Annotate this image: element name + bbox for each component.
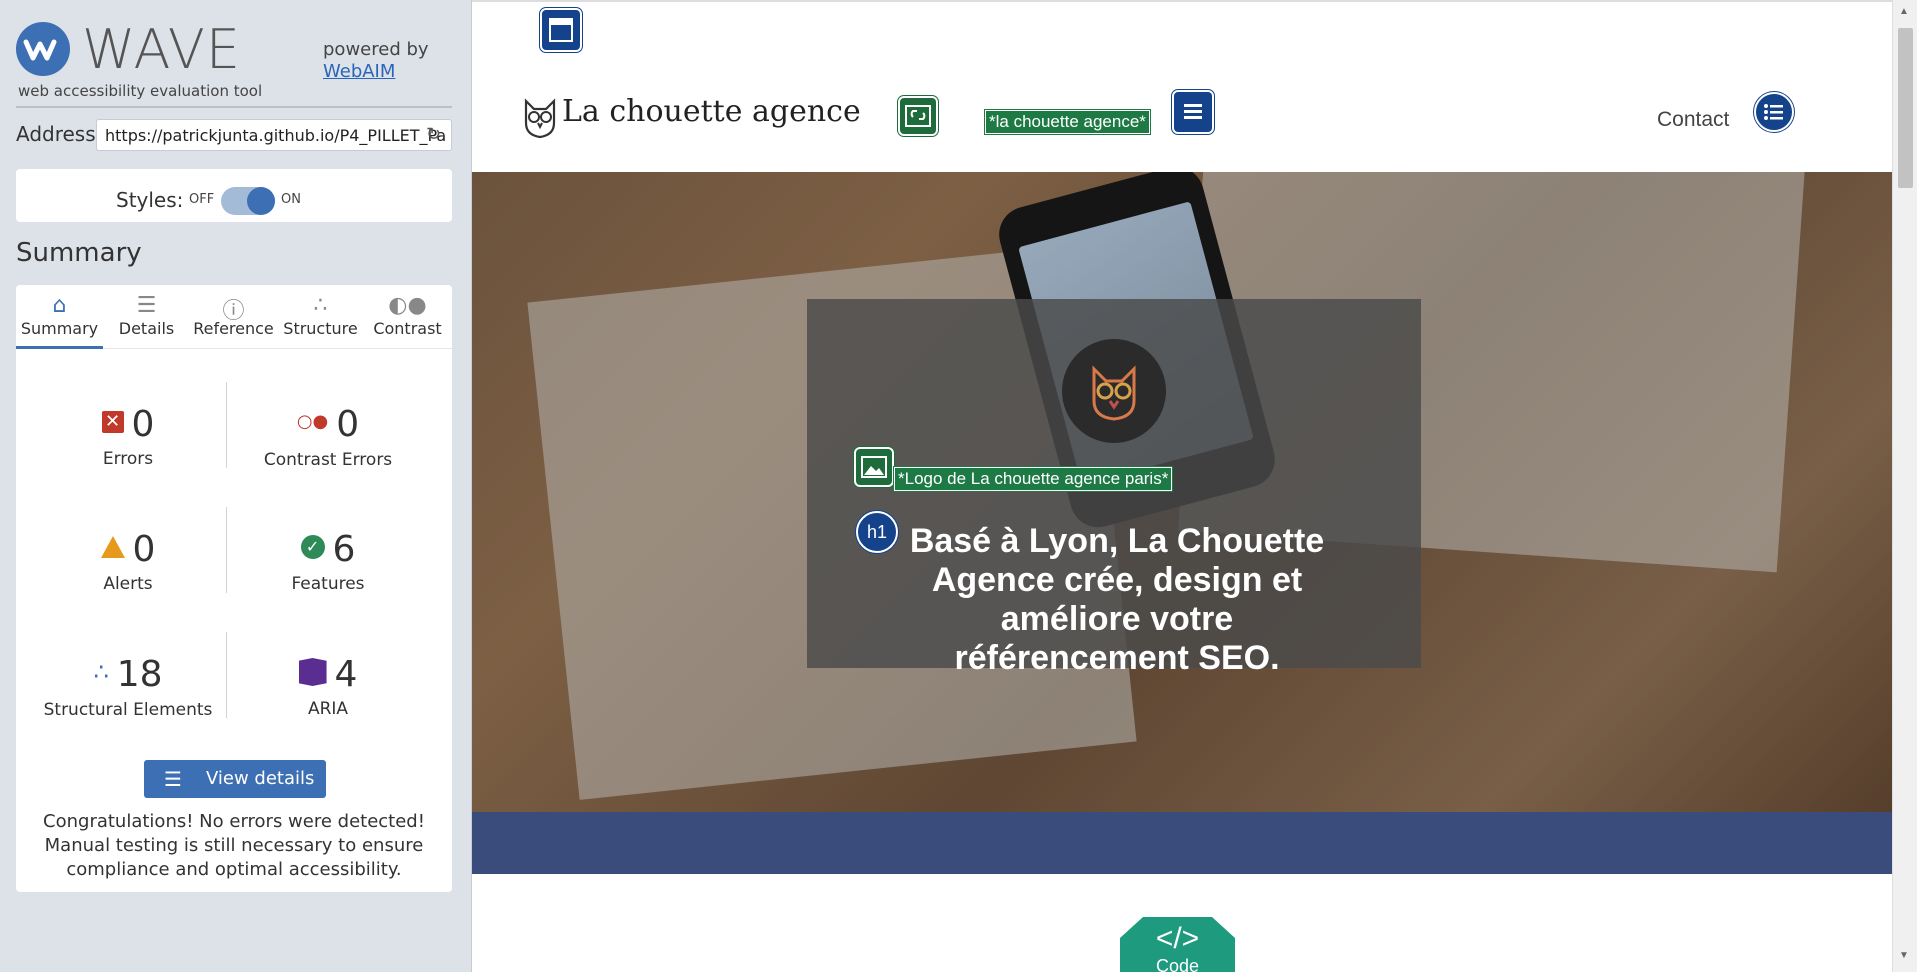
error-icon: ✕ xyxy=(101,411,124,433)
stat-aria[interactable]: 4 ARIA xyxy=(228,653,428,719)
tab-structure[interactable]: ∴ Structure xyxy=(277,285,364,349)
toggle-knob xyxy=(247,187,275,215)
errors-count: 0 xyxy=(131,404,155,445)
styles-on-label: ON xyxy=(281,192,301,207)
features-label: Features xyxy=(291,574,365,594)
hero-overlay: *Logo de La chouette agence paris* h1 Ba… xyxy=(807,299,1421,677)
aria-landmark-icon[interactable] xyxy=(540,8,582,52)
aria-list-icon[interactable] xyxy=(1172,90,1214,134)
tab-label: Summary xyxy=(20,319,99,338)
tab-summary[interactable]: ⌂ Summary xyxy=(16,285,103,349)
alt-text-tag: *la chouette agence* xyxy=(984,109,1151,135)
linked-image-icon[interactable] xyxy=(898,96,938,136)
list-icon: ☰ xyxy=(164,767,182,791)
structural-label: Structural Elements xyxy=(43,700,213,720)
code-label: Code xyxy=(1155,956,1200,972)
code-badge: </> Code xyxy=(1120,917,1235,972)
wave-logo-icon xyxy=(16,22,70,76)
stat-alerts[interactable]: 0 Alerts xyxy=(28,528,228,594)
address-input[interactable]: https://patrickjunta.github.io/P4_PILLET… xyxy=(96,119,452,151)
divider xyxy=(16,106,452,108)
alert-icon xyxy=(100,536,125,558)
contrast-error-icon: ○● xyxy=(296,411,329,432)
scroll-down-icon[interactable]: ▼ xyxy=(1899,950,1909,961)
owl-logo-icon xyxy=(524,98,556,139)
tab-contrast[interactable]: ◐● Contrast xyxy=(364,285,451,349)
stat-features[interactable]: ✓ 6 Features xyxy=(228,528,428,594)
contact-link[interactable]: Contact xyxy=(1657,108,1729,132)
wave-tagline: web accessibility evaluation tool xyxy=(18,82,263,100)
contrast-errors-label: Contrast Errors xyxy=(263,450,393,470)
powered-by: powered by WebAIM xyxy=(323,39,429,83)
webaim-link[interactable]: WebAIM xyxy=(323,61,395,82)
tab-reference[interactable]: ⓘ Reference xyxy=(190,285,277,349)
list-structure-icon[interactable] xyxy=(1754,92,1794,132)
scroll-thumb[interactable] xyxy=(1898,28,1913,188)
home-icon: ⌂ xyxy=(52,293,67,318)
summary-heading: Summary xyxy=(16,238,142,268)
check-icon: ✓ xyxy=(300,535,325,559)
address-label: Address: xyxy=(16,122,103,146)
image-icon[interactable] xyxy=(854,447,894,487)
styles-label: Styles: xyxy=(116,188,184,212)
structural-count: 18 xyxy=(116,654,163,695)
tab-label: Details xyxy=(118,319,175,338)
screen: WAVE web accessibility evaluation tool p… xyxy=(0,0,1917,972)
hero-heading: Basé à Lyon, La Chouette Agence crée, de… xyxy=(909,522,1325,677)
list-icon: ☰ xyxy=(136,293,157,318)
view-details-button[interactable]: ☰ View details › xyxy=(144,760,326,827)
hero-owl-logo xyxy=(1062,339,1166,443)
errors-label: Errors xyxy=(102,449,154,469)
structure-icon: ∴ xyxy=(313,293,328,318)
wave-sidebar: WAVE web accessibility evaluation tool p… xyxy=(0,0,472,972)
hero-logo-alt-tag: *Logo de La chouette agence paris* xyxy=(892,466,1174,492)
aria-icon xyxy=(298,658,327,686)
contrast-errors-count: 0 xyxy=(336,404,360,445)
styles-toggle[interactable] xyxy=(221,187,275,215)
structure-icon: ∴ xyxy=(93,658,109,686)
page-preview: La chouette agence *la chouette agence* … xyxy=(472,0,1892,972)
site-brand-name: La chouette agence xyxy=(562,94,861,129)
info-icon: ⓘ xyxy=(222,299,245,324)
stat-contrast-errors[interactable]: ○● 0 Contrast Errors xyxy=(228,403,428,470)
styles-card: Styles: OFF ON xyxy=(16,169,452,222)
alerts-count: 0 xyxy=(132,529,156,570)
tab-label: Reference xyxy=(193,319,274,338)
features-count: 6 xyxy=(332,529,356,570)
tab-bar: ⌂ Summary ☰ Details ⓘ Reference ∴ Struct… xyxy=(16,285,452,349)
summary-panel: ⌂ Summary ☰ Details ⓘ Reference ∴ Struct… xyxy=(16,285,452,892)
stat-structural[interactable]: ∴ 18 Structural Elements xyxy=(28,653,228,720)
hero-section: *Logo de La chouette agence paris* h1 Ba… xyxy=(472,172,1892,812)
scroll-up-icon[interactable]: ▲ xyxy=(1899,6,1909,17)
styles-off-label: OFF xyxy=(189,192,215,207)
congrats-message: Congratulations! No errors were detected… xyxy=(43,811,425,880)
contrast-icon: ◐● xyxy=(388,293,427,318)
wave-brand: WAVE xyxy=(82,18,241,81)
tab-label: Contrast xyxy=(373,319,442,338)
scrollbar[interactable]: ▲ ▼ xyxy=(1892,0,1917,972)
aria-count: 4 xyxy=(334,654,358,695)
powered-by-text: powered by xyxy=(323,39,429,60)
code-icon: </> xyxy=(1155,922,1200,955)
tab-details[interactable]: ☰ Details xyxy=(103,285,190,349)
stat-errors[interactable]: ✕ 0 Errors xyxy=(28,403,228,469)
tab-label: Structure xyxy=(283,319,358,338)
aria-label: ARIA xyxy=(307,699,349,719)
refresh-icon[interactable]: ↻ xyxy=(426,124,441,145)
blue-band xyxy=(472,812,1892,874)
alerts-label: Alerts xyxy=(103,574,153,594)
